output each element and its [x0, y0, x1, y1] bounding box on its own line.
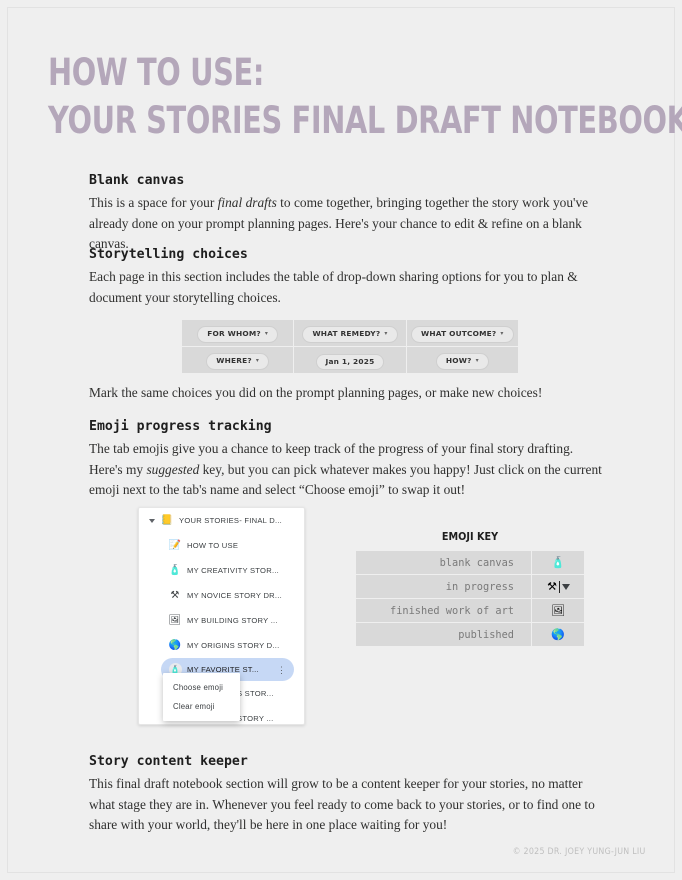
emoji-key-value[interactable]: 🧴 — [531, 550, 585, 575]
chevron-down-icon: ▾ — [255, 357, 260, 364]
dropdown-chip-what-remedy[interactable]: WHAT REMEDY? ▾ — [302, 326, 398, 343]
emoji-context-menu: Choose emoji Clear emoji — [163, 673, 240, 721]
chip-label: HOW? — [445, 356, 472, 365]
section-story-content-keeper: Story content keeper This final draft no… — [89, 754, 607, 836]
page-title-line-1: HOW TO USE: — [48, 51, 265, 94]
tree-item-label: HOW TO USE — [187, 541, 239, 550]
text-run-italic: suggested — [146, 461, 200, 477]
tree-item-label: MY CREATIVITY STOR... — [187, 566, 280, 575]
table-cell: HOW? ▾ — [405, 346, 520, 374]
section-mark-note: Mark the same choices you did on the pro… — [89, 383, 607, 404]
chip-label: WHERE? — [216, 356, 252, 365]
tree-item-label: S STOR... — [237, 689, 274, 698]
tree-item-label: MY BUILDING STORY ... — [187, 616, 278, 625]
chip-label: WHAT REMEDY? — [312, 329, 381, 338]
section-heading-emoji-progress: Emoji progress tracking — [89, 419, 272, 434]
text-run-italic: final drafts — [217, 195, 277, 210]
mark-note-text: Mark the same choices you did on the pro… — [89, 385, 543, 400]
chevron-down-icon: ▾ — [384, 330, 388, 337]
table-cell: Jan 1, 2025 — [293, 346, 407, 374]
table-cell: WHERE? ▾ — [180, 346, 295, 374]
table-row: in progress ⚒ — [355, 574, 585, 599]
dropdown-chip-what-outcome[interactable]: WHAT OUTCOME? ▾ — [411, 326, 514, 343]
table-cell: FOR WHOM? ▾ — [180, 319, 295, 347]
section-heading-blank-canvas: Blank canvas — [89, 173, 185, 188]
tree-item-my-building-story[interactable]: 🖼 MY BUILDING STORY ... — [139, 608, 304, 633]
page-title-line-2: YOUR STORIES FINAL DRAFT NOTEBOOK — [48, 99, 682, 142]
framed-picture-icon: 🖼 — [168, 614, 182, 626]
tree-item-label: MY NOVICE STORY DR... — [187, 591, 282, 600]
date-chip[interactable]: Jan 1, 2025 — [315, 353, 385, 370]
chevron-down-icon: ▾ — [264, 330, 269, 337]
table-row: blank canvas 🧴 — [355, 550, 585, 575]
tree-root-row[interactable]: 📒 YOUR STORIES- FINAL D... — [139, 508, 304, 533]
lotion-bottle-icon: 🧴 — [551, 557, 565, 569]
emoji-key-block: EMOJI KEY blank canvas 🧴 in progress ⚒ f… — [355, 530, 585, 647]
emoji-key-title: EMOJI KEY — [441, 530, 499, 543]
tree-item-label: STORY ... — [237, 714, 274, 723]
section-heading-story-keeper: Story content keeper — [89, 754, 248, 769]
table-row: WHERE? ▾ Jan 1, 2025 HOW? ▾ — [180, 346, 520, 374]
tree-root-label: YOUR STORIES- FINAL D... — [179, 516, 283, 525]
table-cell: WHAT OUTCOME? ▾ — [405, 319, 520, 347]
chip-label: FOR WHOM? — [207, 329, 261, 338]
menu-item-choose-emoji[interactable]: Choose emoji — [163, 678, 240, 697]
emoji-key-label: published — [355, 622, 532, 647]
page-canvas: HOW TO USE: YOUR STORIES FINAL DRAFT NOT… — [8, 8, 682, 872]
hammer-and-pick-icon: ⚒ — [170, 589, 180, 601]
lotion-bottle-icon: 🧴 — [168, 564, 182, 576]
emoji-key-label: blank canvas — [355, 550, 532, 575]
framed-picture-icon: 🖼 — [551, 605, 565, 617]
tree-item-my-novice-story-draft[interactable]: ⚒ MY NOVICE STORY DR... — [139, 583, 304, 608]
chip-label: Jan 1, 2025 — [325, 356, 375, 366]
globe-icon: 🌎 — [168, 639, 182, 651]
section-storytelling-choices: Storytelling choices Each page in this s… — [89, 247, 607, 308]
chevron-down-icon: ▾ — [475, 357, 479, 364]
section-body-blank-canvas: This is a space for your final drafts to… — [89, 193, 607, 255]
emoji-key-value[interactable]: 🖼 — [531, 598, 585, 623]
table-row: published 🌎 — [355, 622, 585, 647]
chevron-down-icon[interactable] — [561, 583, 570, 590]
page-title: HOW TO USE: YOUR STORIES FINAL DRAFT NOT… — [48, 51, 682, 142]
section-heading-storytelling-choices: Storytelling choices — [89, 247, 248, 262]
chevron-down-icon[interactable] — [149, 518, 155, 523]
dropdown-chip-where[interactable]: WHERE? ▾ — [206, 353, 270, 370]
section-body-emoji-progress: The tab emojis give you a chance to keep… — [89, 439, 607, 501]
memo-icon: 📝 — [168, 539, 182, 551]
hammer-and-pick-icon: ⚒ — [547, 581, 557, 593]
emoji-key-value-editing[interactable]: ⚒ — [531, 574, 585, 599]
emoji-key-label: in progress — [355, 574, 532, 599]
menu-item-clear-emoji[interactable]: Clear emoji — [163, 697, 240, 716]
emoji-cell-editor[interactable]: ⚒ — [547, 580, 570, 593]
section-body-storytelling-choices: Each page in this section includes the t… — [89, 269, 578, 305]
tree-item-my-creativity-story[interactable]: 🧴 MY CREATIVITY STOR... — [139, 558, 304, 583]
table-row: finished work of art 🖼 — [355, 598, 585, 623]
section-blank-canvas: Blank canvas This is a space for your fi… — [89, 173, 607, 255]
text-run: This is a space for your — [89, 195, 218, 210]
text-cursor-icon — [558, 580, 560, 593]
table-cell: WHAT REMEDY? ▾ — [293, 319, 407, 347]
notebook-icon: 📒 — [160, 514, 174, 526]
emoji-key-value[interactable]: 🌎 — [531, 622, 585, 647]
chip-label: WHAT OUTCOME? — [421, 329, 497, 338]
section-body-story-keeper: This final draft notebook section will g… — [89, 776, 595, 832]
overflow-menu-icon[interactable]: ⋮ — [277, 665, 286, 674]
emoji-key-table: blank canvas 🧴 in progress ⚒ finished wo… — [355, 550, 585, 647]
dropdown-chip-how[interactable]: HOW? ▾ — [435, 353, 489, 370]
chevron-down-icon: ▾ — [500, 330, 504, 337]
tree-item-how-to-use[interactable]: 📝 HOW TO USE — [139, 533, 304, 558]
footer-copyright: © 2025 DR. JOEY YUNG-JUN LIU — [512, 847, 646, 857]
table-row: FOR WHOM? ▾ WHAT REMEDY? ▾ WHAT OUTCOME? ▾ — [180, 319, 520, 347]
section-emoji-progress-tracking: Emoji progress tracking The tab emojis g… — [89, 419, 607, 501]
globe-icon: 🌎 — [551, 629, 565, 641]
emoji-key-label: finished work of art — [355, 598, 532, 623]
tree-item-my-origins-story[interactable]: 🌎 MY ORIGINS STORY D... — [139, 633, 304, 658]
storytelling-choices-table: FOR WHOM? ▾ WHAT REMEDY? ▾ WHAT OUTCOME? ▾ … — [180, 319, 520, 374]
tree-item-label: MY ORIGINS STORY D... — [187, 641, 280, 650]
dropdown-chip-for-whom[interactable]: FOR WHOM? ▾ — [197, 326, 279, 343]
